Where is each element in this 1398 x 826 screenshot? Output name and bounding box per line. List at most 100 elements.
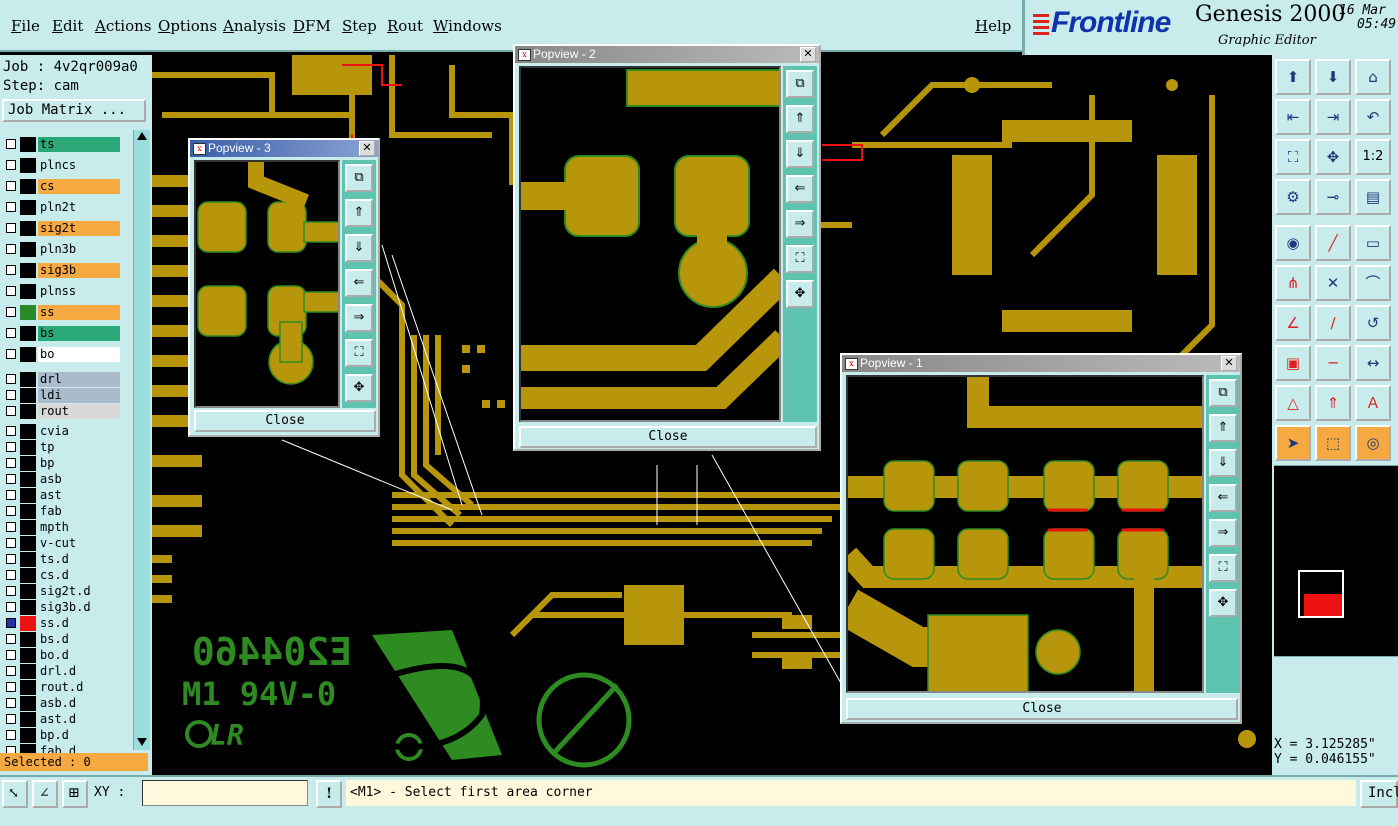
layer-row-mpth[interactable]: mpth <box>2 520 120 535</box>
layer-color-swatch[interactable] <box>20 520 36 535</box>
cross-tool-button[interactable]: ✕ <box>1315 265 1351 301</box>
layer-name[interactable]: pln3b <box>38 242 120 257</box>
zoom-home-button[interactable]: ⌂ <box>1355 59 1391 95</box>
layer-row-bp-d[interactable]: bp.d <box>2 728 120 743</box>
layer-name[interactable]: ts <box>38 137 120 152</box>
layer-checkbox[interactable] <box>6 602 16 612</box>
layer-checkbox[interactable] <box>6 374 16 384</box>
menu-windows[interactable]: Windows <box>433 17 502 35</box>
layer-checkbox[interactable] <box>6 682 16 692</box>
layer-name[interactable]: cs.d <box>38 568 120 583</box>
layer-checkbox[interactable] <box>6 538 16 548</box>
layer-color-swatch[interactable] <box>20 388 36 403</box>
layer-color-swatch[interactable] <box>20 263 36 278</box>
job-matrix-button[interactable]: Job Matrix ... <box>2 99 146 122</box>
layer-color-swatch[interactable] <box>20 728 36 743</box>
layer-row-drl[interactable]: drl <box>2 372 120 387</box>
layer-checkbox[interactable] <box>6 307 16 317</box>
xy-input[interactable] <box>142 780 308 806</box>
pop-zoom-out-button[interactable]: ⇓ <box>1209 449 1237 477</box>
layer-name[interactable]: cvia <box>38 424 120 439</box>
popview-1-close-button[interactable]: Close <box>846 698 1238 720</box>
pop-pan-left-button[interactable]: ⇐ <box>1209 484 1237 512</box>
layer-color-swatch[interactable] <box>20 284 36 299</box>
layer-checkbox[interactable] <box>6 506 16 516</box>
warning-button[interactable]: ! <box>316 780 342 808</box>
pointer-tool-button[interactable]: ➤ <box>1275 425 1311 461</box>
menu-step[interactable]: Step <box>342 17 377 35</box>
layer-row-tp[interactable]: tp <box>2 440 120 455</box>
layer-row-ss[interactable]: ss <box>2 305 120 320</box>
zoom-in-button[interactable]: ⬆ <box>1275 59 1311 95</box>
layer-name[interactable]: drl <box>38 372 120 387</box>
layer-checkbox[interactable] <box>6 406 16 416</box>
overview-map[interactable] <box>1274 465 1398 657</box>
angle-tool-button[interactable]: ∠ <box>1275 305 1311 341</box>
layer-name[interactable]: mpth <box>38 520 120 535</box>
layer-checkbox[interactable] <box>6 328 16 338</box>
layer-row-asb[interactable]: asb <box>2 472 120 487</box>
scroll-up-icon[interactable] <box>137 132 147 140</box>
arrow-up-tool-button[interactable]: ⇑ <box>1315 385 1351 421</box>
layer-name[interactable]: plncs <box>38 158 120 173</box>
layer-name[interactable]: drl.d <box>38 664 120 679</box>
layer-name[interactable]: sig2t <box>38 221 120 236</box>
layer-name[interactable]: bs <box>38 326 120 341</box>
pop-fit-button[interactable]: ⛶ <box>786 245 814 273</box>
layer-color-swatch[interactable] <box>20 536 36 551</box>
layer-checkbox[interactable] <box>6 181 16 191</box>
menu-dfm[interactable]: DFM <box>293 17 331 35</box>
layer-color-swatch[interactable] <box>20 712 36 727</box>
layer-row-ts[interactable]: ts <box>2 137 120 152</box>
layer-checkbox[interactable] <box>6 570 16 580</box>
layer-name[interactable]: asb <box>38 472 120 487</box>
popview-1-close-icon[interactable]: ✕ <box>1221 356 1237 371</box>
layer-list-scrollbar[interactable] <box>133 130 150 750</box>
layer-row-sig3b[interactable]: sig3b <box>2 263 120 278</box>
layer-color-swatch[interactable] <box>20 504 36 519</box>
pointer-circle-tool-button[interactable]: ◎ <box>1355 425 1391 461</box>
layer-color-swatch[interactable] <box>20 158 36 173</box>
layer-color-swatch[interactable] <box>20 347 36 362</box>
layer-name[interactable]: ts.d <box>38 552 120 567</box>
layer-name[interactable]: bo <box>38 347 120 362</box>
pop-copy-button[interactable]: ⧉ <box>1209 379 1237 407</box>
layer-name[interactable]: pln2t <box>38 200 120 215</box>
layer-color-swatch[interactable] <box>20 680 36 695</box>
layer-row-pln3b[interactable]: pln3b <box>2 242 120 257</box>
undo-view-button[interactable]: ↶ <box>1355 99 1391 135</box>
ruler-tool-button[interactable]: ▭ <box>1355 225 1391 261</box>
pop-zoom-out-button[interactable]: ⇓ <box>786 140 814 168</box>
pan-right-button[interactable]: ⇥ <box>1315 99 1351 135</box>
pad-tool-button[interactable]: ▣ <box>1275 345 1311 381</box>
layer-color-swatch[interactable] <box>20 137 36 152</box>
layer-color-swatch[interactable] <box>20 221 36 236</box>
popview-2-viewport[interactable] <box>519 66 781 422</box>
layer-row-bs[interactable]: bs <box>2 326 120 341</box>
layer-checkbox[interactable] <box>6 265 16 275</box>
layer-name[interactable]: ast <box>38 488 120 503</box>
layer-name[interactable]: v-cut <box>38 536 120 551</box>
layer-row-sig2t[interactable]: sig2t <box>2 221 120 236</box>
layer-checkbox[interactable] <box>6 698 16 708</box>
layer-name[interactable]: cs <box>38 179 120 194</box>
pop-fit-button[interactable]: ⛶ <box>345 339 373 367</box>
layer-color-swatch[interactable] <box>20 440 36 455</box>
menu-rout[interactable]: Rout <box>387 17 423 35</box>
layer-color-swatch[interactable] <box>20 584 36 599</box>
popview-3-viewport[interactable] <box>194 160 340 408</box>
layer-checkbox[interactable] <box>6 650 16 660</box>
layer-row-ast-d[interactable]: ast.d <box>2 712 120 727</box>
pop-fit-button[interactable]: ⛶ <box>1209 554 1237 582</box>
layer-checkbox[interactable] <box>6 554 16 564</box>
layer-checkbox[interactable] <box>6 634 16 644</box>
layer-row-plnss[interactable]: plnss <box>2 284 120 299</box>
scroll-down-icon[interactable] <box>137 738 147 746</box>
layer-checkbox[interactable] <box>6 426 16 436</box>
popview-3-close-button[interactable]: Close <box>194 410 376 432</box>
layer-name[interactable]: sig2t.d <box>38 584 120 599</box>
layer-name[interactable]: ss.d <box>38 616 120 631</box>
layer-color-swatch[interactable] <box>20 326 36 341</box>
pop-zoom-in-button[interactable]: ⇑ <box>1209 414 1237 442</box>
layer-checkbox[interactable] <box>6 618 16 628</box>
